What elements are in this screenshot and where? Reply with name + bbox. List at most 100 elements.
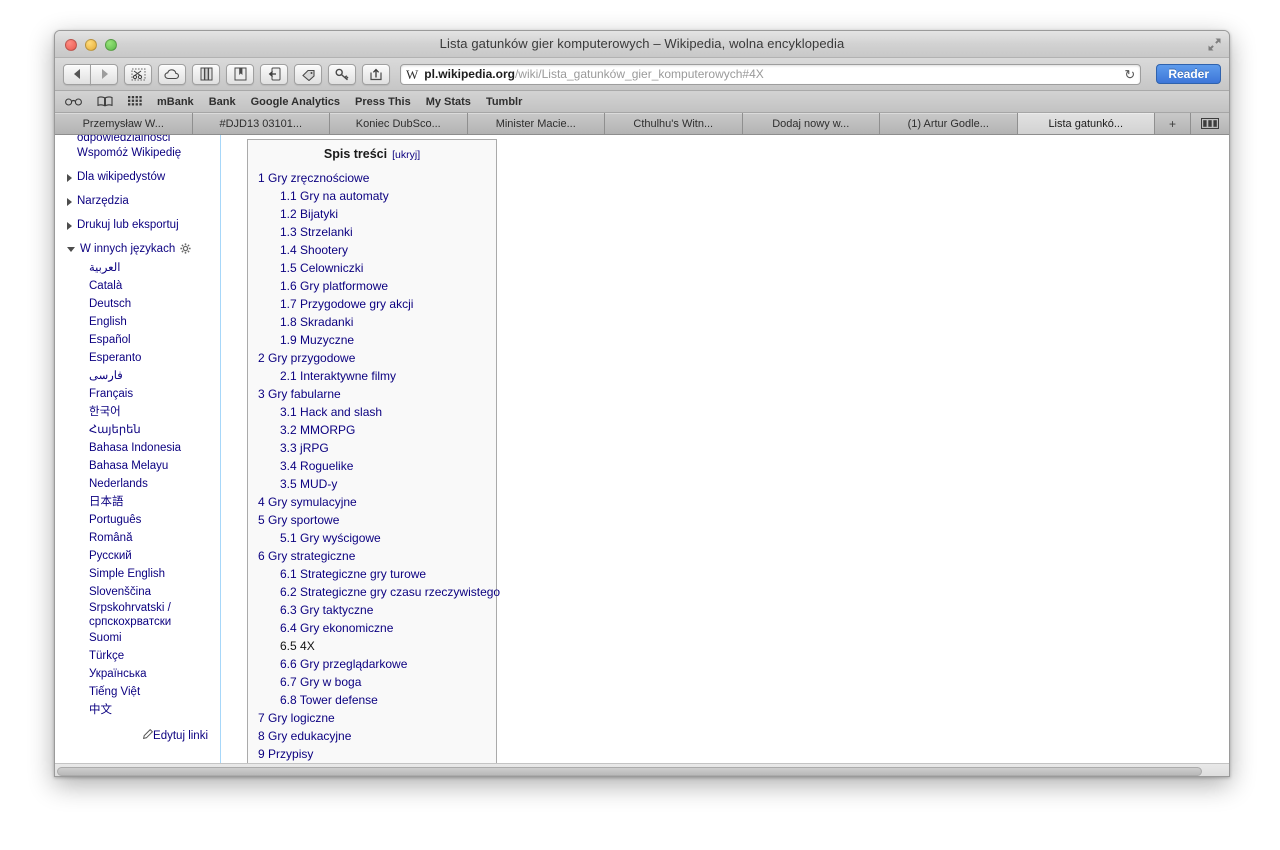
toc-entry[interactable]: 3.1 Hack and slash [258, 403, 486, 421]
toc-entry-link[interactable]: 1.9 Muzyczne [280, 333, 354, 347]
toc-entry-link[interactable]: 3.2 MMORPG [280, 423, 355, 437]
books-icon[interactable] [192, 64, 220, 85]
toc-entry[interactable]: 6.7 Gry w boga [258, 673, 486, 691]
toc-entry-link[interactable]: 3.1 Hack and slash [280, 405, 382, 419]
glasses-icon[interactable] [65, 97, 82, 106]
toc-entry[interactable]: 1.7 Przygodowe gry akcji [258, 295, 486, 313]
toc-entry-link[interactable]: 1.8 Skradanki [280, 315, 353, 329]
toc-entry[interactable]: 3.3 jRPG [258, 439, 486, 457]
toc-entry[interactable]: 3.4 Roguelike [258, 457, 486, 475]
toc-entry[interactable]: 6.2 Strategiczne gry czasu rzeczywistego [258, 583, 486, 601]
toc-entry-link[interactable]: 8 Gry edukacyjne [258, 729, 351, 743]
toc-entry[interactable]: 1.8 Skradanki [258, 313, 486, 331]
bookmark-mbank[interactable]: mBank [157, 96, 194, 108]
sidebar-section-languages[interactable]: W innych językach [67, 242, 220, 257]
browser-tab[interactable]: Cthulhu's Witn... [605, 113, 743, 134]
tag-icon[interactable] [294, 64, 322, 85]
sidebar-link-donate[interactable]: Wspomóż Wikipedię [77, 146, 220, 161]
toc-entry[interactable]: 1 Gry zręcznościowe [258, 169, 486, 187]
toc-entry-link[interactable]: 6.3 Gry taktyczne [280, 603, 373, 617]
bookmark-bank[interactable]: Bank [209, 96, 236, 108]
language-link[interactable]: 日本語 [89, 493, 220, 511]
language-link[interactable]: Suomi [89, 629, 220, 647]
toc-entry-link[interactable]: 5.1 Gry wyścigowe [280, 531, 381, 545]
browser-tab[interactable]: Przemysław W... [55, 113, 193, 134]
toc-entry-link[interactable]: 1.1 Gry na automaty [280, 189, 389, 203]
browser-tab[interactable]: Dodaj nowy w... [743, 113, 881, 134]
toc-entry-link[interactable]: 2 Gry przygodowe [258, 351, 355, 365]
horizontal-scrollbar-thumb[interactable] [57, 767, 1202, 776]
toc-entry-link[interactable]: 6.7 Gry w boga [280, 675, 361, 689]
browser-tab[interactable]: (1) Artur Godle... [880, 113, 1018, 134]
language-link[interactable]: Tiếng Việt [89, 683, 220, 701]
toc-entry[interactable]: 6.3 Gry taktyczne [258, 601, 486, 619]
fullscreen-arrows-icon[interactable] [1207, 37, 1222, 52]
address-bar[interactable]: W pl.wikipedia.org /wiki/Lista_gatunków_… [400, 64, 1141, 85]
sidebar-section-tools[interactable]: Narzędzia [67, 194, 220, 209]
toc-entry[interactable]: 2.1 Interaktywne filmy [258, 367, 486, 385]
toc-entry-link[interactable]: 6.1 Strategiczne gry turowe [280, 567, 426, 581]
language-link[interactable]: Հայերեն [89, 421, 220, 439]
toc-entry[interactable]: 1.6 Gry platformowe [258, 277, 486, 295]
language-link[interactable]: Español [89, 331, 220, 349]
toc-entry-link[interactable]: 3.5 MUD-y [280, 477, 337, 491]
toc-entry[interactable]: 2 Gry przygodowe [258, 349, 486, 367]
reload-icon[interactable]: ↻ [1116, 68, 1135, 81]
language-link[interactable]: Nederlands [89, 475, 220, 493]
toc-entry[interactable]: 6.8 Tower defense [258, 691, 486, 709]
key-icon[interactable] [328, 64, 356, 85]
back-arrow-icon[interactable] [63, 64, 91, 85]
toc-entry-link[interactable]: 1.4 Shootery [280, 243, 348, 257]
bookmark-google-analytics[interactable]: Google Analytics [251, 96, 340, 108]
language-link[interactable]: Português [89, 511, 220, 529]
edit-links-button[interactable]: Edytuj linki [67, 729, 220, 742]
toc-entry[interactable]: 6.4 Gry ekonomiczne [258, 619, 486, 637]
toc-entry[interactable]: 3 Gry fabularne [258, 385, 486, 403]
new-tab-button[interactable]: + [1155, 113, 1191, 134]
toc-entry[interactable]: 6.5 4X [258, 637, 486, 655]
toc-entry[interactable]: 7 Gry logiczne [258, 709, 486, 727]
gear-icon[interactable] [180, 243, 191, 257]
toc-entry-link[interactable]: 1.3 Strzelanki [280, 225, 353, 239]
bookmark-my-stats[interactable]: My Stats [426, 96, 471, 108]
language-link[interactable]: Esperanto [89, 349, 220, 367]
toc-entry-link[interactable]: 1.2 Bijatyki [280, 207, 338, 221]
toc-entry[interactable]: 1.9 Muzyczne [258, 331, 486, 349]
toc-entry[interactable]: 5.1 Gry wyścigowe [258, 529, 486, 547]
language-link[interactable]: 한국어 [89, 403, 220, 421]
sidebar-link-disclaimer[interactable]: odpowiedzialności [77, 135, 220, 146]
toc-entry-link[interactable]: 6.4 Gry ekonomiczne [280, 621, 393, 635]
language-link[interactable]: العربية [89, 259, 220, 277]
language-link[interactable]: Deutsch [89, 295, 220, 313]
clip-scissors-icon[interactable] [124, 64, 152, 85]
language-link[interactable]: Srpskohrvatski / српскохрватски [89, 601, 189, 629]
bookmark-book-icon[interactable] [226, 64, 254, 85]
toc-entry-link[interactable]: 1.6 Gry platformowe [280, 279, 388, 293]
toc-entry-link[interactable]: 6.6 Gry przeglądarkowe [280, 657, 407, 671]
sidebar-section-print-export[interactable]: Drukuj lub eksportuj [67, 218, 220, 233]
toc-entry-link[interactable]: 9 Przypisy [258, 747, 313, 761]
toc-entry-link[interactable]: 1.5 Celowniczki [280, 261, 363, 275]
tab-overview-icon[interactable] [1191, 113, 1229, 134]
toc-entry[interactable]: 1.3 Strzelanki [258, 223, 486, 241]
toc-entry-link[interactable]: 3.3 jRPG [280, 441, 329, 455]
toc-entry-link[interactable]: 1.7 Przygodowe gry akcji [280, 297, 413, 311]
language-link[interactable]: Català [89, 277, 220, 295]
sidebar-section-for-wikipedians[interactable]: Dla wikipedystów [67, 170, 220, 185]
language-link[interactable]: فارسی [89, 367, 220, 385]
toc-entry[interactable]: 6 Gry strategiczne [258, 547, 486, 565]
language-link[interactable]: Українська [89, 665, 220, 683]
share-icon[interactable] [362, 64, 390, 85]
toc-entry[interactable]: 9 Przypisy [258, 745, 486, 763]
toc-entry-link[interactable]: 2.1 Interaktywne filmy [280, 369, 396, 383]
language-link[interactable]: Русский [89, 547, 220, 565]
toc-entry-link[interactable]: 7 Gry logiczne [258, 711, 335, 725]
language-link[interactable]: Simple English [89, 565, 220, 583]
toc-entry-link[interactable]: 3 Gry fabularne [258, 387, 341, 401]
toc-entry[interactable]: 1.1 Gry na automaty [258, 187, 486, 205]
toc-entry[interactable]: 6.1 Strategiczne gry turowe [258, 565, 486, 583]
browser-tab[interactable]: Minister Macie... [468, 113, 606, 134]
toc-entry-link[interactable]: 6.8 Tower defense [280, 693, 378, 707]
toc-entry[interactable]: 1.2 Bijatyki [258, 205, 486, 223]
toc-entry-link[interactable]: 1 Gry zręcznościowe [258, 171, 369, 185]
